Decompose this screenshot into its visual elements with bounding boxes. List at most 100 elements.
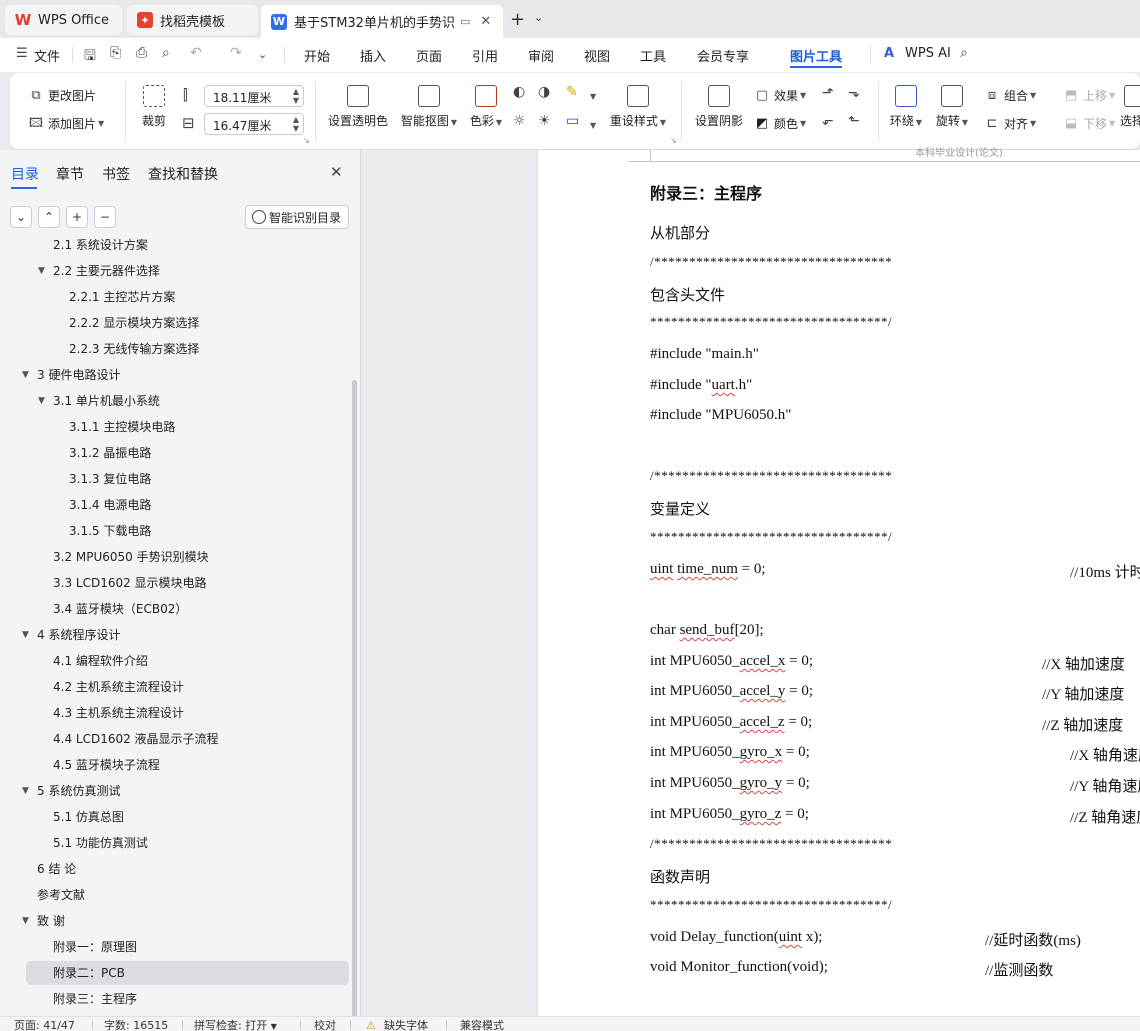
rotate-button[interactable]: 旋转 ▼ — [934, 85, 970, 129]
search-icon[interactable]: ⌕ — [960, 45, 968, 61]
send-backward-button[interactable]: ⬓ 下移 ▼ — [1063, 115, 1115, 132]
add-heading-icon[interactable]: + — [66, 206, 88, 228]
shadow-up-icon[interactable]: ⬏ — [822, 85, 834, 101]
select-button[interactable]: 选择 — [1120, 85, 1140, 129]
chevron-down-icon[interactable]: ▼ — [590, 121, 596, 130]
toc-item[interactable]: 3.1.1 主控模块电路 — [0, 415, 350, 439]
width-input[interactable]: 18.11厘米 ▲ ▼ — [204, 85, 304, 107]
collapse-icon[interactable]: ⌃ — [38, 206, 60, 228]
toc-item[interactable]: 5.1 功能仿真测试 — [0, 831, 350, 855]
set-transparent-button[interactable]: 设置透明色 — [327, 85, 389, 129]
smart-matting-button[interactable]: 智能抠图 ▼ — [398, 85, 460, 129]
toc-item[interactable]: ▼ 3.1 单片机最小系统 — [0, 389, 350, 413]
toc-item[interactable]: 2.2.3 无线传输方案选择 — [0, 337, 350, 361]
print-preview-icon[interactable]: ⌕ — [162, 45, 170, 61]
align-button[interactable]: ⊏ 对齐 ▼ — [984, 115, 1037, 132]
expand-triangle-icon[interactable]: ▼ — [38, 389, 45, 413]
toc-item[interactable]: 2.1 系统设计方案 — [0, 239, 350, 257]
missing-font-button[interactable]: 缺失字体 — [384, 1019, 428, 1031]
toc-item[interactable]: ▼ 5 系统仿真测试 — [0, 779, 350, 803]
tab-wps-office[interactable]: W WPS Office — [5, 5, 122, 35]
expand-triangle-icon[interactable]: ▼ — [22, 363, 29, 387]
spelling-error-mark[interactable]: gyro_y — [740, 775, 783, 791]
toc-item[interactable]: 4.5 蓝牙模块子流程 — [0, 753, 350, 777]
add-image-button[interactable]: 🖾 添加图片 ▼ — [28, 115, 104, 132]
shadow-down-icon[interactable]: ⬎ — [848, 85, 860, 101]
spelling-error-mark[interactable]: uint — [779, 929, 802, 945]
menu-wps-ai[interactable]: WPS AI — [905, 46, 951, 61]
toc-item[interactable]: 5.1 仿真总图 — [0, 805, 350, 829]
new-tab-icon[interactable]: + — [510, 9, 525, 30]
toc-item[interactable]: 3.2 MPU6050 手势识别模块 — [0, 545, 350, 569]
menu-view[interactable]: 视图 — [584, 46, 610, 65]
spelling-error-mark[interactable]: uart — [712, 377, 735, 393]
toc-item[interactable]: 3.3 LCD1602 显示模块电路 — [0, 571, 350, 595]
spellcheck-status[interactable]: 拼写检查: 打开 ▼ — [194, 1019, 277, 1031]
toc-item[interactable]: 4.4 LCD1602 液晶显示子流程 — [0, 727, 350, 751]
page-indicator[interactable]: 页面: 41/47 — [14, 1019, 75, 1031]
toc-item[interactable]: 4.1 编程软件介绍 — [0, 649, 350, 673]
word-count[interactable]: 字数: 16515 — [104, 1019, 168, 1031]
wps-ai-icon[interactable]: A — [884, 46, 894, 61]
effects-button[interactable]: ▢ 效果 ▼ — [754, 87, 806, 104]
export-icon[interactable]: ⎘ — [110, 45, 121, 61]
shadow-right-icon[interactable]: ⬑ — [848, 113, 860, 129]
menu-member[interactable]: 会员专享 — [697, 46, 749, 65]
tab-template[interactable]: ✦ 找稻壳模板 — [127, 5, 258, 35]
chevron-down-icon[interactable]: ▼ — [590, 92, 596, 101]
spelling-error-mark[interactable]: gyro_x — [740, 744, 783, 760]
menu-review[interactable]: 审阅 — [528, 46, 554, 65]
proofread-button[interactable]: 校对 — [314, 1019, 336, 1031]
expand-triangle-icon[interactable]: ▼ — [38, 259, 45, 283]
toc-item[interactable]: 2.2.2 显示模块方案选择 — [0, 311, 350, 335]
smart-toc-button[interactable]: 智能识别目录 — [245, 205, 349, 229]
print-icon[interactable]: ⎙ — [136, 45, 147, 61]
increase-contrast-icon[interactable]: ◐ — [513, 84, 525, 100]
spelling-error-mark[interactable]: gyro_z — [740, 806, 782, 822]
menu-file[interactable]: 文件 — [34, 46, 60, 65]
reset-style-button[interactable]: 重设样式 ▼ — [607, 85, 669, 129]
close-icon[interactable]: ✕ — [330, 163, 343, 181]
toc-item[interactable]: 3.1.2 晶振电路 — [0, 441, 350, 465]
toc-item[interactable]: ▼ 2.2 主要元器件选择 — [0, 259, 350, 283]
toc-item[interactable]: 4.2 主机系统主流程设计 — [0, 675, 350, 699]
menu-references[interactable]: 引用 — [472, 46, 498, 65]
spelling-error-mark[interactable]: send_buf — [680, 622, 735, 638]
height-stepper-icon[interactable]: ▲ ▼ — [293, 115, 299, 133]
menu-tools[interactable]: 工具 — [640, 46, 666, 65]
document-page[interactable] — [538, 150, 1140, 1016]
expand-triangle-icon[interactable]: ▼ — [22, 623, 29, 647]
height-input[interactable]: 16.47厘米 ▲ ▼ — [204, 113, 304, 135]
toc-item[interactable]: 附录二：PCB — [26, 961, 349, 985]
toc-scrollbar[interactable] — [352, 380, 357, 1020]
menu-picture-tools[interactable]: 图片工具 — [790, 46, 842, 65]
style-dialog-launcher-icon[interactable]: ↘ — [670, 136, 677, 145]
redo-icon[interactable]: ↷ — [230, 45, 242, 61]
fill-color-button[interactable]: ◩ 颜色 ▼ — [754, 115, 806, 132]
decrease-brightness-icon[interactable]: ☀ — [538, 113, 551, 129]
spelling-error-mark[interactable]: uint — [650, 561, 673, 577]
tab-chapters[interactable]: 章节 — [56, 164, 84, 184]
line-color-icon[interactable]: ▭ — [566, 113, 579, 129]
toc-item[interactable]: ▼ 4 系统程序设计 — [0, 623, 350, 647]
toc-item[interactable]: 3.1.3 复位电路 — [0, 467, 350, 491]
quick-access-more-icon[interactable]: ⌄ — [258, 48, 267, 61]
highlight-color-icon[interactable]: ✎ — [566, 84, 578, 100]
hamburger-icon[interactable]: ☰ — [16, 46, 28, 61]
spelling-error-mark[interactable]: time_num — [677, 561, 738, 577]
wrap-button[interactable]: 环绕 ▼ — [888, 85, 924, 129]
tab-toc[interactable]: 目录 — [11, 164, 39, 184]
tab-document[interactable]: W 基于STM32单片机的手势识别 ▭ ✕ — [261, 5, 503, 38]
expand-all-icon[interactable]: ⌄ — [10, 206, 32, 228]
toc-item[interactable]: 附录三：主程序 — [0, 987, 350, 1011]
color-button[interactable]: 色彩 ▼ — [467, 85, 505, 129]
spelling-error-mark[interactable]: accel_x — [740, 653, 786, 669]
menu-home[interactable]: 开始 — [304, 46, 330, 65]
increase-brightness-icon[interactable]: ☼ — [513, 113, 526, 129]
expand-triangle-icon[interactable]: ▼ — [22, 909, 29, 933]
size-dialog-launcher-icon[interactable]: ↘ — [303, 136, 310, 145]
toc-item[interactable]: ▼ 3 硬件电路设计 — [0, 363, 350, 387]
expand-triangle-icon[interactable]: ▼ — [22, 779, 29, 803]
width-stepper-icon[interactable]: ▲ ▼ — [293, 87, 299, 105]
spelling-error-mark[interactable]: accel_z — [740, 714, 785, 730]
